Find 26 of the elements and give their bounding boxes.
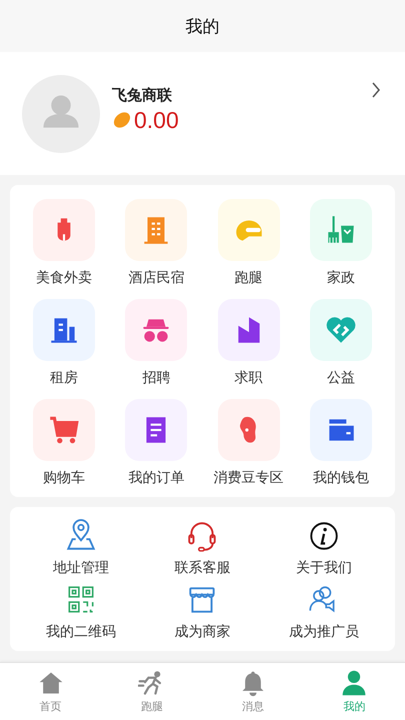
service-item[interactable]: 家政 xyxy=(294,199,387,287)
service-item[interactable]: 我的钱包 xyxy=(294,399,387,487)
profile-card[interactable]: 飞兔商联 0.00 xyxy=(0,52,405,175)
person-icon xyxy=(340,669,368,697)
menu-item[interactable]: 关于我们 xyxy=(263,519,385,577)
avatar-icon xyxy=(22,74,100,152)
menu-item[interactable]: 地址管理 xyxy=(20,519,142,577)
service-item[interactable]: 酒店民宿 xyxy=(110,199,202,287)
bean-icon xyxy=(112,110,132,130)
service-item[interactable]: 我的订单 xyxy=(110,399,202,487)
service-item[interactable]: 购物车 xyxy=(18,399,110,487)
service-item[interactable]: 租房 xyxy=(18,299,110,387)
menu-item[interactable]: 我的二维码 xyxy=(20,583,142,641)
service-item[interactable]: 消费豆专区 xyxy=(202,399,295,487)
chevron-right-icon xyxy=(371,82,381,98)
menu-item[interactable]: 成为推广员 xyxy=(263,583,385,641)
service-item[interactable]: 跑腿 xyxy=(202,199,295,287)
service-item[interactable]: 招聘 xyxy=(110,299,202,387)
menu-item[interactable]: 成为商家 xyxy=(142,583,264,641)
service-item[interactable]: 公益 xyxy=(294,299,387,387)
service-item[interactable]: 美食外卖 xyxy=(18,199,110,287)
menu-item[interactable]: 联系客服 xyxy=(142,519,264,577)
service-item[interactable]: 求职 xyxy=(202,299,295,387)
page-title: 我的 xyxy=(186,16,220,38)
user-name: 飞兔商联 xyxy=(112,86,173,104)
balance-amount: 0.00 xyxy=(134,106,179,134)
